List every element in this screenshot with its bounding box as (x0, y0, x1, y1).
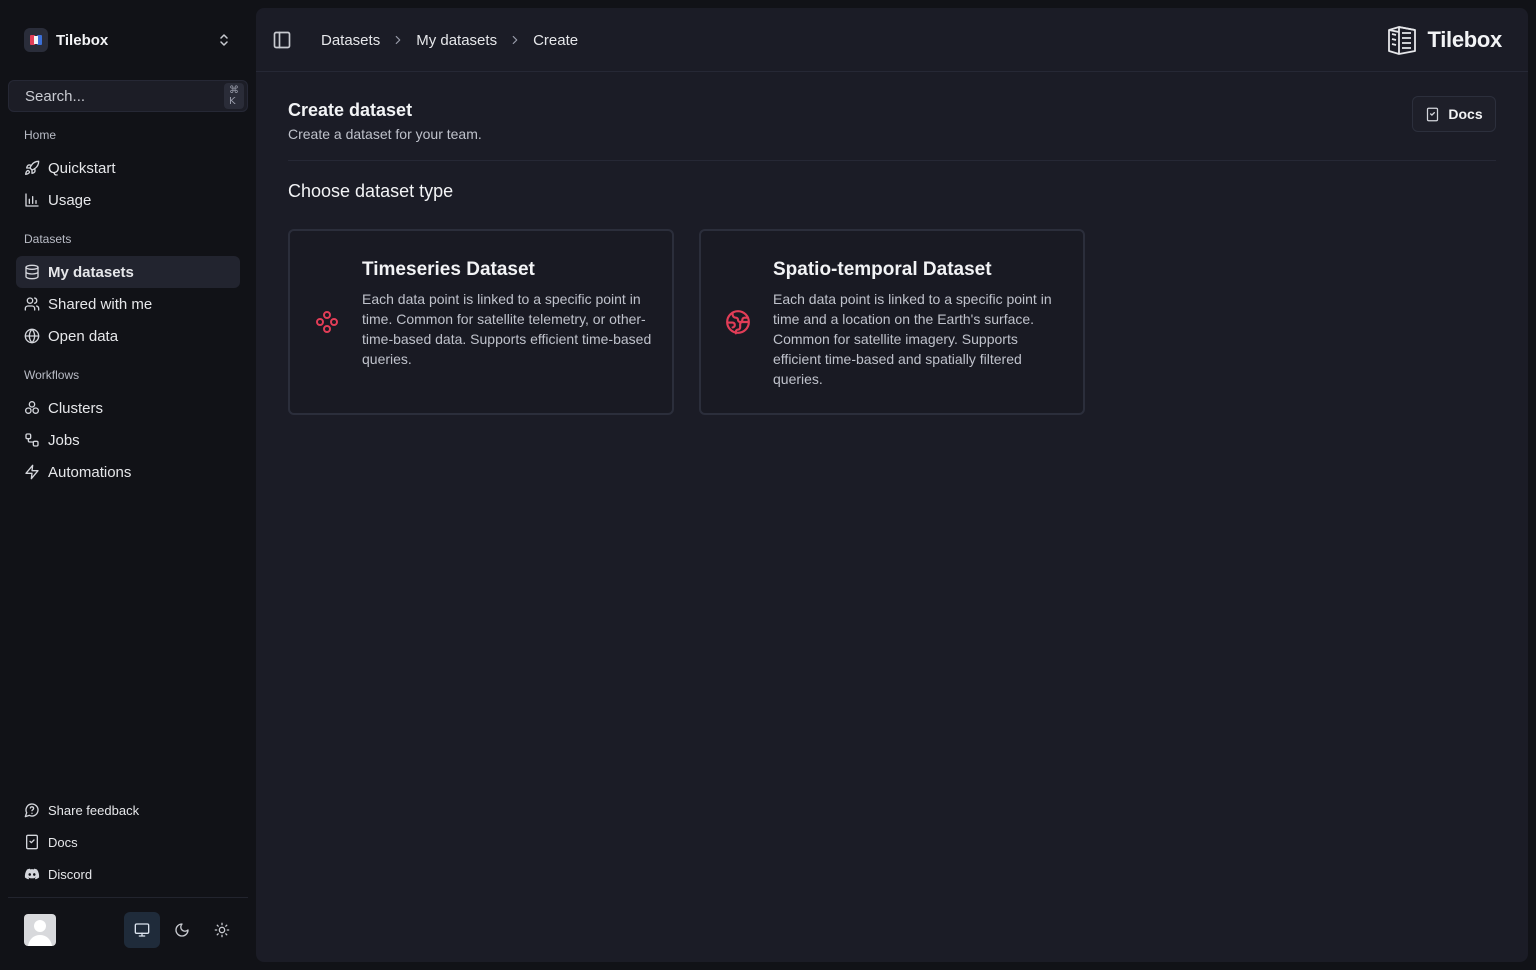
breadcrumb-create: Create (533, 31, 579, 49)
theme-light-button[interactable] (204, 912, 240, 948)
sidebar-item-label: Clusters (48, 399, 104, 417)
sidebar-item-quickstart[interactable]: Quickstart (16, 152, 240, 184)
chevron-right-icon (508, 33, 522, 47)
card-title: Spatio-temporal Dataset (773, 259, 992, 280)
cluster-icon (24, 400, 40, 416)
breadcrumb-datasets[interactable]: Datasets (321, 32, 380, 49)
discord-link[interactable]: Discord (16, 860, 240, 888)
search-box[interactable]: ⌘ K (8, 80, 248, 112)
sidebar-item-automations[interactable]: Automations (16, 456, 240, 488)
panel-left-icon (272, 30, 292, 50)
search-shortcut: ⌘ K (224, 83, 244, 109)
sidebar-item-usage[interactable]: Usage (16, 184, 240, 216)
brand[interactable]: Tilebox (1385, 23, 1502, 57)
users-icon (24, 296, 40, 312)
docs-button-label: Docs (1448, 106, 1483, 122)
sidebar-item-label: Shared with me (48, 295, 153, 313)
book-check-icon (24, 834, 40, 850)
zap-icon (24, 464, 40, 480)
monitor-icon (134, 922, 150, 938)
theme-system-button[interactable] (124, 912, 160, 948)
section-title-home: Home (24, 128, 57, 142)
sidebar-item-open-data[interactable]: Open data (16, 320, 240, 352)
docs-button[interactable]: Docs (1412, 96, 1496, 132)
header-divider (288, 160, 1496, 161)
share-feedback-link[interactable]: Share feedback (16, 796, 240, 824)
moon-icon (174, 922, 190, 938)
message-help-icon (24, 802, 40, 818)
docs-link[interactable]: Docs (16, 828, 240, 856)
sidebar-item-label: Open data (48, 327, 119, 345)
chevron-right-icon (391, 33, 405, 47)
database-icon (24, 264, 40, 280)
breadcrumb: Datasets My datasets Create (321, 30, 578, 50)
sidebar-item-shared-with-me[interactable]: Shared with me (16, 288, 240, 320)
workflow-icon (24, 432, 40, 448)
timeseries-icon (314, 309, 340, 335)
team-switcher[interactable]: Tilebox (16, 20, 240, 60)
brand-name: Tilebox (1427, 27, 1502, 52)
page-title: Create dataset (288, 100, 413, 120)
page-subtitle: Create a dataset for your team. (288, 126, 482, 142)
sidebar: Tilebox ⌘ K Home Quickstart Usage Da (0, 0, 256, 970)
section-title-workflows: Workflows (24, 368, 80, 382)
rocket-icon (24, 160, 40, 176)
card-title: Timeseries Dataset (362, 259, 535, 280)
footer-item-label: Docs (48, 834, 78, 850)
sun-icon (214, 922, 230, 938)
toggle-sidebar-button[interactable] (272, 30, 292, 50)
section-title: Choose dataset type (288, 181, 454, 201)
theme-dark-button[interactable] (164, 912, 200, 948)
sidebar-item-label: Jobs (48, 431, 80, 449)
team-name: Tilebox (56, 31, 109, 49)
sidebar-item-clusters[interactable]: Clusters (16, 392, 240, 424)
globe-icon (24, 328, 40, 344)
footer-item-label: Share feedback (48, 802, 140, 818)
card-description: Each data point is linked to a specific … (362, 291, 652, 367)
tilebox-logo-icon (1385, 23, 1419, 57)
spatio-temporal-dataset-card[interactable]: Spatio-temporal Dataset Each data point … (699, 229, 1085, 415)
team-logo-icon (24, 28, 48, 52)
breadcrumb-my-datasets[interactable]: My datasets (416, 32, 497, 49)
sidebar-item-my-datasets[interactable]: My datasets (16, 256, 240, 288)
footer-item-label: Discord (48, 866, 93, 882)
timeseries-dataset-card[interactable]: Timeseries Dataset Each data point is li… (288, 229, 674, 415)
top-bar: Datasets My datasets Create Tilebox (256, 8, 1528, 72)
earth-icon (725, 309, 751, 335)
user-avatar[interactable] (24, 914, 56, 946)
sidebar-item-label: Quickstart (48, 159, 116, 177)
sidebar-item-label: Automations (48, 463, 132, 481)
bar-chart-icon (24, 192, 40, 208)
sidebar-divider (8, 897, 248, 898)
sidebar-item-jobs[interactable]: Jobs (16, 424, 240, 456)
book-check-icon (1425, 107, 1440, 122)
sidebar-item-label: My datasets (48, 263, 134, 281)
main-panel: Datasets My datasets Create Tilebox Crea… (256, 8, 1528, 962)
section-title-datasets: Datasets (24, 232, 72, 246)
chevrons-up-down-icon (216, 32, 232, 48)
card-description: Each data point is linked to a specific … (773, 291, 1052, 387)
search-input[interactable] (25, 87, 224, 105)
discord-icon (24, 866, 40, 882)
sidebar-item-label: Usage (48, 191, 92, 209)
